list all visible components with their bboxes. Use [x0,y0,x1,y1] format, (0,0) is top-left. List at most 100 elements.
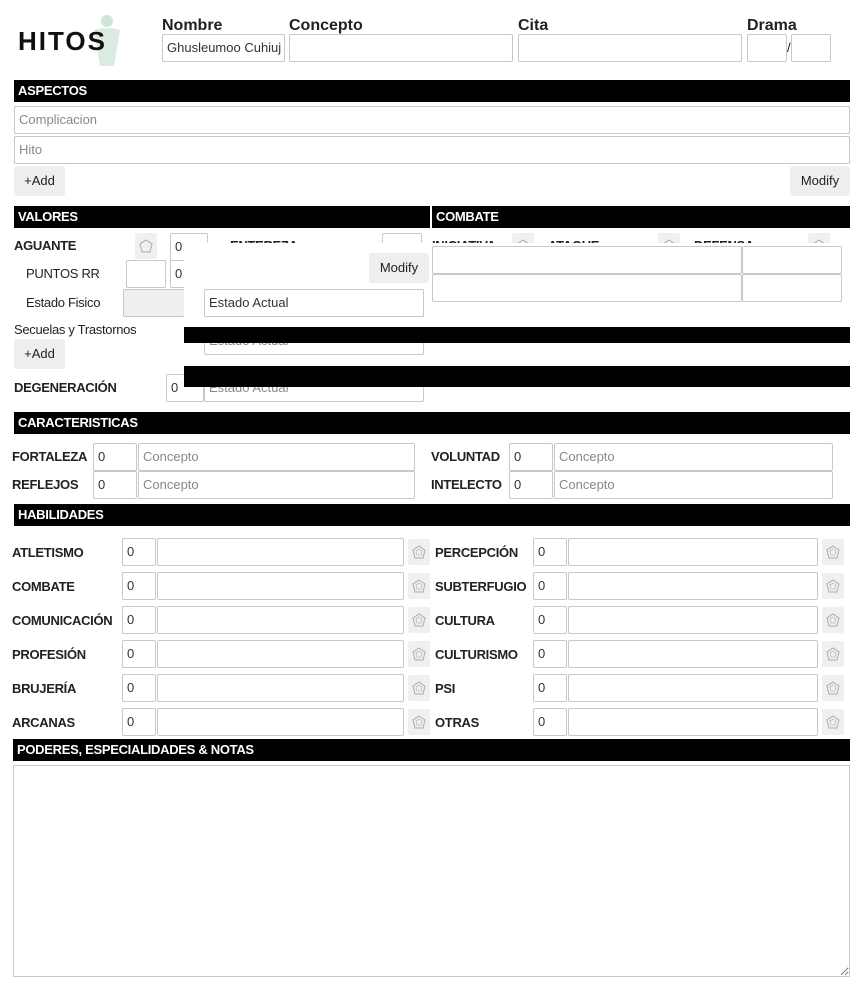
quote-label: Cita [518,17,549,34]
combate-input-1[interactable] [432,246,742,274]
complicacion-input[interactable]: Complicacion [14,106,850,134]
habilidad-label: COMBATE [12,579,75,594]
concept-label: Concepto [289,17,363,34]
habilidad-label: OTRAS [435,715,480,730]
estado-fisico-input [123,289,185,317]
habilidad-dice-icon[interactable] [408,607,430,633]
habilidad-value[interactable]: 0 [122,708,156,736]
notas-header: PODERES, ESPECIALIDADES & NOTAS [13,739,850,761]
habilidad-label: PSI [435,681,456,696]
habilidad-value[interactable]: 0 [122,606,156,634]
habilidad-dice-icon[interactable] [408,675,430,701]
caracteristica-value[interactable]: 0 [93,471,137,499]
concept-input[interactable] [289,34,513,62]
combate-input-4[interactable] [742,274,842,302]
caracteristica-label: VOLUNTAD [431,449,500,464]
hito-input[interactable]: Hito [14,136,850,164]
habilidad-dice-icon[interactable] [822,675,844,701]
caracteristica-label: REFLEJOS [12,477,79,492]
habilidad-text-input[interactable] [568,674,818,702]
combate-header: COMBATE [432,206,850,228]
habilidad-text-input[interactable] [568,640,818,668]
secuelas-label: Secuelas y Trastornos [14,322,137,337]
combate-input-3[interactable] [432,274,742,302]
estado-fisico-label: Estado Fisico [26,295,101,310]
habilidad-text-input[interactable] [157,606,404,634]
puntos-rr-input[interactable] [126,260,166,288]
logo-text: HITOS [18,26,107,56]
caracteristica-concept[interactable]: Concepto [554,443,833,471]
habilidad-text-input[interactable] [568,606,818,634]
habilidad-value[interactable]: 0 [122,572,156,600]
combate-input-2[interactable] [742,246,842,274]
valores-header: VALORES [14,206,430,228]
aspectos-header: ASPECTOS [14,80,850,102]
notas-textarea[interactable] [13,765,850,977]
habilidad-dice-icon[interactable] [822,641,844,667]
habilidad-value[interactable]: 0 [533,640,567,668]
habilidad-text-input[interactable] [568,538,818,566]
puntos-rr-label: PUNTOS RR [26,266,100,281]
habilidad-text-input[interactable] [157,640,404,668]
aspectos-add-button[interactable]: +Add [14,166,65,196]
caracteristica-concept[interactable]: Concepto [138,443,415,471]
habilidad-dice-icon[interactable] [408,573,430,599]
name-label: Nombre [162,17,223,34]
habilidad-label: PROFESIÓN [12,647,86,662]
habilidad-text-input[interactable] [157,674,404,702]
habilidad-value[interactable]: 0 [122,674,156,702]
habilidad-text-input[interactable] [568,708,818,736]
habilidad-value[interactable]: 0 [122,538,156,566]
habilidad-dice-icon[interactable] [822,539,844,565]
caracteristica-concept[interactable]: Concepto [554,471,833,499]
habilidad-value[interactable]: 0 [533,538,567,566]
caracteristica-label: INTELECTO [431,477,502,492]
drama-current-input[interactable] [747,34,787,62]
quote-input[interactable] [518,34,742,62]
logo-graphic: HITOS [18,15,120,66]
habilidad-dice-icon[interactable] [408,709,430,735]
habilidad-label: ARCANAS [12,715,75,730]
estado-actual-input[interactable]: Estado Actual [204,289,424,317]
habilidad-text-input[interactable] [568,572,818,600]
degeneracion-label: DEGENERACIÓN [14,380,117,395]
drama-max-input[interactable] [791,34,831,62]
caracteristica-value[interactable]: 0 [93,443,137,471]
aguante-label: AGUANTE [14,238,77,253]
habilidad-dice-icon[interactable] [408,539,430,565]
caracteristica-concept[interactable]: Concepto [138,471,415,499]
secuelas-add-button[interactable]: +Add [14,339,65,369]
habilidad-text-input[interactable] [157,708,404,736]
drama-label: Drama [747,17,797,34]
logo: HITOS [16,10,158,70]
caracteristica-label: FORTALEZA [12,449,88,464]
habilidad-label: CULTURISMO [435,647,518,662]
habilidad-text-input[interactable] [157,572,404,600]
habilidad-dice-icon[interactable] [822,573,844,599]
aspectos-modify-button[interactable]: Modify [790,166,850,196]
habilidad-label: SUBTERFUGIO [435,579,527,594]
aguante-dice-icon[interactable] [135,233,157,259]
habilidad-dice-icon[interactable] [822,709,844,735]
caracteristica-value[interactable]: 0 [509,443,553,471]
habilidad-value[interactable]: 0 [533,606,567,634]
name-input[interactable]: Ghusleumoo Cuhiuj [162,34,285,62]
caracteristicas-header: CARACTERISTICAS [14,412,850,434]
habilidad-dice-icon[interactable] [408,641,430,667]
habilidad-label: CULTURA [435,613,495,628]
habilidad-label: ATLETISMO [12,545,84,560]
habilidad-value[interactable]: 0 [122,640,156,668]
habilidad-value[interactable]: 0 [533,674,567,702]
habilidad-text-input[interactable] [157,538,404,566]
habilidades-header: HABILIDADES [14,504,850,526]
overlay-bar-1 [184,327,850,343]
caracteristica-value[interactable]: 0 [509,471,553,499]
habilidad-label: PERCEPCIÓN [435,545,518,560]
habilidad-value[interactable]: 0 [533,708,567,736]
habilidad-dice-icon[interactable] [822,607,844,633]
habilidad-label: BRUJERÍA [12,681,77,696]
overlay-bar-2 [184,366,850,387]
habilidad-value[interactable]: 0 [533,572,567,600]
habilidad-label: COMUNICACIÓN [12,613,113,628]
overlay-modify-button[interactable]: Modify [369,253,429,283]
